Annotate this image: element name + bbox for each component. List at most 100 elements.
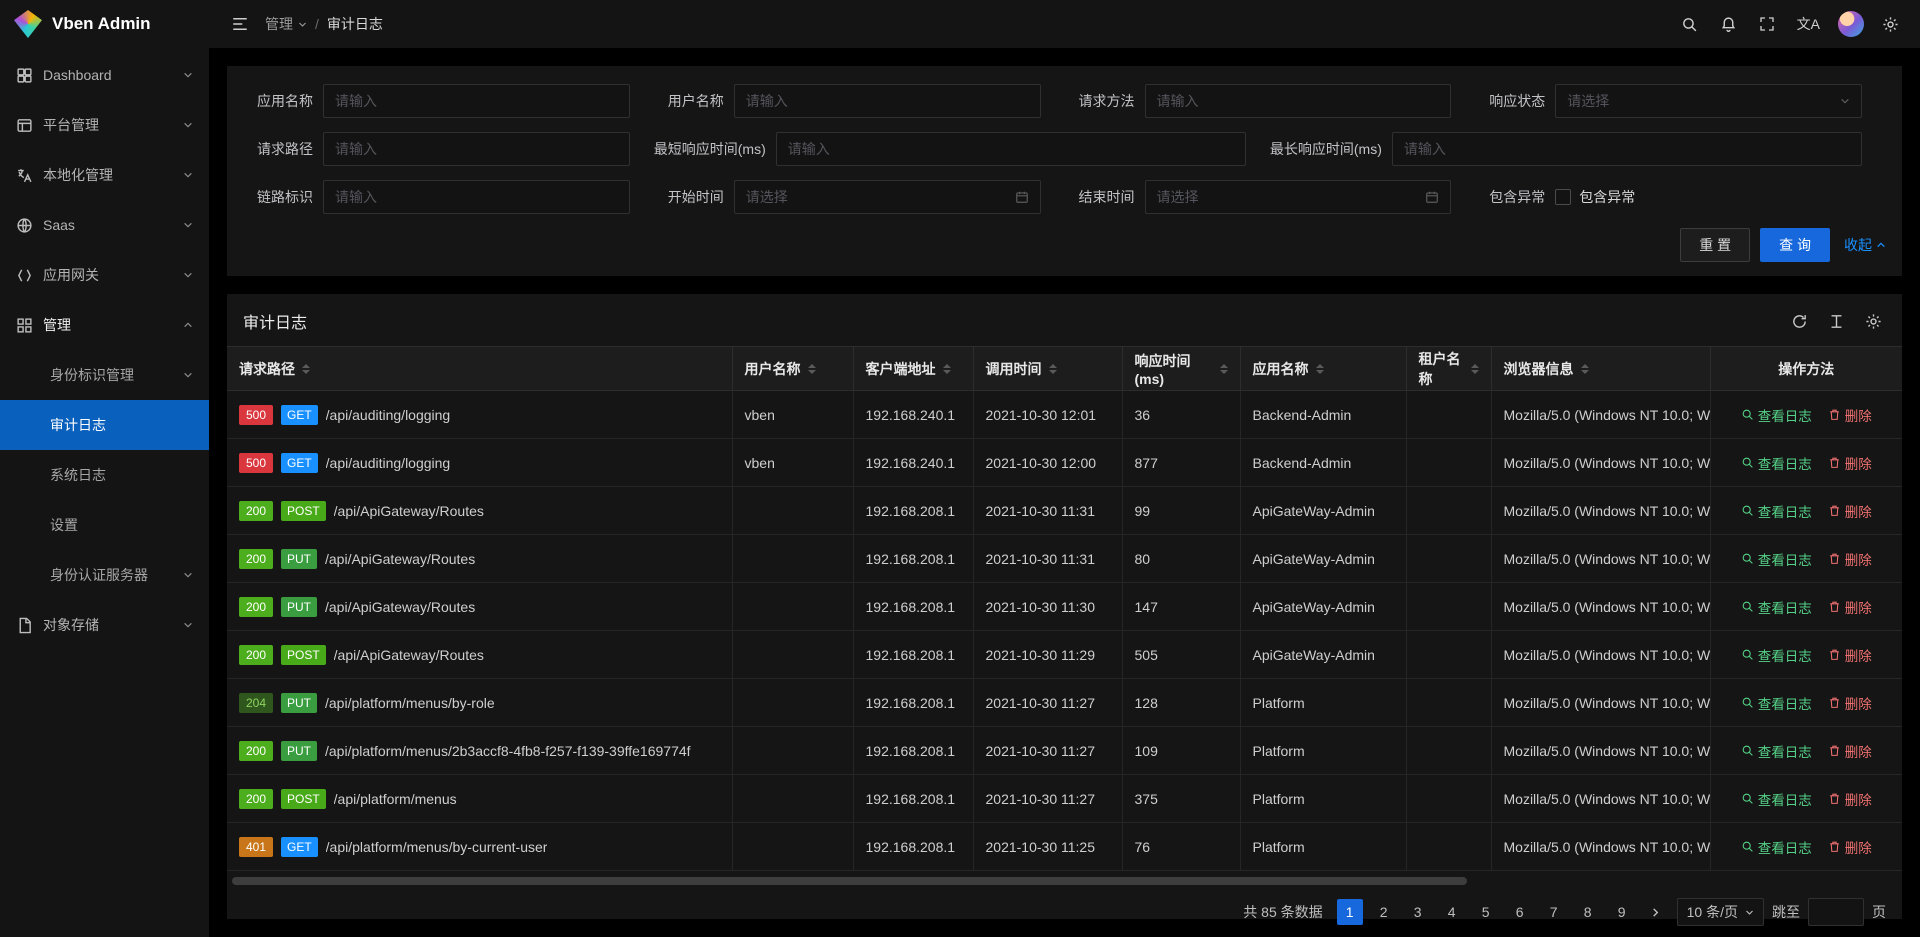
request-path: /api/platform/menus/by-current-user [326,839,548,855]
end-time-picker[interactable]: 请选择 [1145,180,1452,214]
translate-icon[interactable]: 文A [1788,8,1829,40]
page-size-select[interactable]: 10 条/页 [1677,898,1764,926]
collapse-button[interactable]: 收起 [1844,235,1886,255]
table-row: 200PUT/api/ApiGateway/Routes 192.168.208… [227,583,1902,631]
max-response-input[interactable] [1404,141,1850,157]
sidebar-item-identity-server[interactable]: 身份认证服务器 [0,550,209,600]
view-log-button[interactable]: 查看日志 [1741,837,1812,857]
page-button-5[interactable]: 5 [1473,899,1499,925]
sidebar-item-identity-management[interactable]: 身份标识管理 [0,350,209,400]
scrollbar-thumb[interactable] [232,877,1467,885]
column-header-call-time[interactable]: 调用时间 [986,359,1110,379]
page-button-9[interactable]: 9 [1609,899,1635,925]
sidebar-item-settings[interactable]: 设置 [0,500,209,550]
request-path-input[interactable] [335,141,618,157]
sidebar-item-localization[interactable]: 本地化管理 [0,150,209,200]
breadcrumb-parent[interactable]: 管理 [265,14,307,34]
bell-icon[interactable] [1711,7,1746,42]
cell-tenant [1406,823,1491,871]
response-status-select[interactable]: 请选择 [1555,84,1862,118]
column-header-request-path[interactable]: 请求路径 [239,359,720,379]
breadcrumb-separator: / [315,16,319,32]
view-log-button[interactable]: 查看日志 [1741,789,1812,809]
sort-icon [1049,364,1057,374]
delete-button[interactable]: 删除 [1828,789,1872,809]
row-height-icon[interactable] [1828,313,1845,330]
next-page-button[interactable] [1643,899,1669,925]
cell-client: 192.168.208.1 [853,823,973,871]
page-button-3[interactable]: 3 [1405,899,1431,925]
page-button-6[interactable]: 6 [1507,899,1533,925]
delete-button[interactable]: 删除 [1828,693,1872,713]
trash-icon [1828,552,1841,565]
delete-button[interactable]: 删除 [1828,453,1872,473]
page-button-1[interactable]: 1 [1337,899,1363,925]
query-button[interactable]: 查 询 [1760,228,1830,262]
column-header-response-ms[interactable]: 响应时间(ms) [1135,351,1228,387]
view-log-button[interactable]: 查看日志 [1741,405,1812,425]
file-icon [16,617,33,634]
sidebar-item-object-storage[interactable]: 对象存储 [0,600,209,650]
topbar: 管理 / 审计日志 文A [209,0,1920,48]
fullscreen-icon[interactable] [1750,7,1784,41]
view-log-button[interactable]: 查看日志 [1741,693,1812,713]
exception-checkbox[interactable] [1555,189,1571,205]
app-logo[interactable]: Vben Admin [0,0,209,48]
page-button-7[interactable]: 7 [1541,899,1567,925]
delete-button[interactable]: 删除 [1828,645,1872,665]
status-badge: 200 [239,645,273,665]
menu-fold-icon[interactable] [223,7,257,41]
request-method-input[interactable] [1157,93,1440,109]
sidebar-item-manage[interactable]: 管理 [0,300,209,350]
delete-button[interactable]: 删除 [1828,741,1872,761]
view-log-button[interactable]: 查看日志 [1741,453,1812,473]
start-time-picker[interactable]: 请选择 [734,180,1041,214]
method-badge: PUT [281,741,317,761]
user-name-input[interactable] [746,93,1029,109]
sidebar-item-audit-log[interactable]: 审计日志 [0,400,209,450]
column-header-app-name[interactable]: 应用名称 [1253,359,1394,379]
request-path: /api/platform/menus/2b3accf8-4fb8-f257-f… [325,743,691,759]
column-header-tenant-name[interactable]: 租户名称 [1419,349,1479,389]
view-log-button[interactable]: 查看日志 [1741,597,1812,617]
page-button-4[interactable]: 4 [1439,899,1465,925]
avatar[interactable] [1838,11,1864,37]
app-name-input[interactable] [335,93,618,109]
sidebar-item-dashboard[interactable]: Dashboard [0,50,209,100]
trace-id-input[interactable] [335,189,618,205]
cell-user: vben [732,391,853,439]
view-log-button[interactable]: 查看日志 [1741,501,1812,521]
column-header-client-address[interactable]: 客户端地址 [866,359,961,379]
page-button-2[interactable]: 2 [1371,899,1397,925]
delete-button[interactable]: 删除 [1828,837,1872,857]
response-status-label: 响应状态 [1475,91,1555,111]
sidebar-item-platform[interactable]: 平台管理 [0,100,209,150]
delete-button[interactable]: 删除 [1828,549,1872,569]
view-log-button[interactable]: 查看日志 [1741,549,1812,569]
column-header-browser-info[interactable]: 浏览器信息 [1504,359,1698,379]
min-response-label: 最短响应时间(ms) [654,139,776,159]
view-log-button[interactable]: 查看日志 [1741,645,1812,665]
page-content: 应用名称 用户名称 请求方法 响应状态 请选择 [209,48,1920,937]
sidebar-item-gateway[interactable]: 应用网关 [0,250,209,300]
view-log-button[interactable]: 查看日志 [1741,741,1812,761]
refresh-icon[interactable] [1791,313,1808,330]
sidebar-item-system-log[interactable]: 系统日志 [0,450,209,500]
column-header-actions: 操作方法 [1710,347,1902,391]
gear-icon[interactable] [1873,7,1908,42]
delete-button[interactable]: 删除 [1828,405,1872,425]
method-badge: PUT [281,597,317,617]
column-header-user-name[interactable]: 用户名称 [745,359,841,379]
reset-button[interactable]: 重 置 [1680,228,1750,262]
sidebar-item-saas[interactable]: Saas [0,200,209,250]
jump-page-input[interactable] [1808,898,1864,926]
delete-button[interactable]: 删除 [1828,501,1872,521]
delete-button[interactable]: 删除 [1828,597,1872,617]
search-icon[interactable] [1672,7,1707,42]
min-response-input[interactable] [788,141,1234,157]
trash-icon [1828,840,1841,853]
page-button-8[interactable]: 8 [1575,899,1601,925]
magnifier-icon [1741,408,1754,421]
column-settings-icon[interactable] [1865,313,1882,330]
status-badge: 200 [239,789,273,809]
